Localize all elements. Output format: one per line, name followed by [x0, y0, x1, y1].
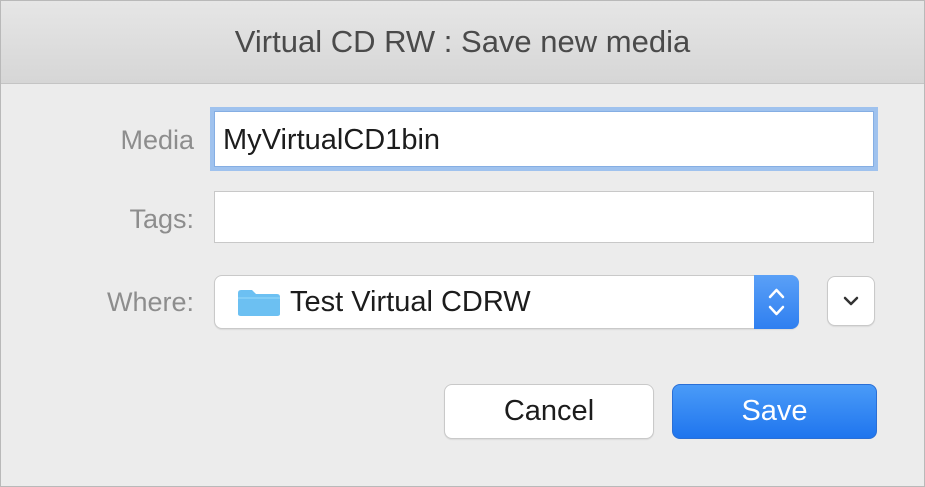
folder-icon — [238, 290, 280, 316]
cancel-button[interactable]: Cancel — [444, 384, 654, 439]
where-location-value: Test Virtual CDRW — [290, 286, 531, 318]
where-label: Where: — [106, 287, 194, 317]
media-name-value: MyVirtualCD1bin — [223, 124, 441, 156]
tags-label: Tags: — [129, 204, 194, 234]
save-button[interactable]: Save — [672, 384, 877, 439]
media-label: Media — [120, 125, 194, 155]
chevron-down-icon — [843, 296, 859, 306]
popup-stepper[interactable] — [754, 275, 799, 329]
tags-field[interactable] — [214, 191, 874, 243]
save-dialog: Virtual CD RW : Save new media Media MyV… — [0, 0, 925, 487]
title-bar: Virtual CD RW : Save new media — [1, 1, 924, 84]
media-name-field[interactable]: MyVirtualCD1bin — [214, 111, 874, 167]
where-location-popup[interactable]: Test Virtual CDRW — [214, 275, 799, 329]
window-title: Virtual CD RW : Save new media — [234, 24, 691, 59]
up-down-chevron-icon — [768, 288, 785, 316]
expand-browser-button[interactable] — [827, 276, 875, 326]
